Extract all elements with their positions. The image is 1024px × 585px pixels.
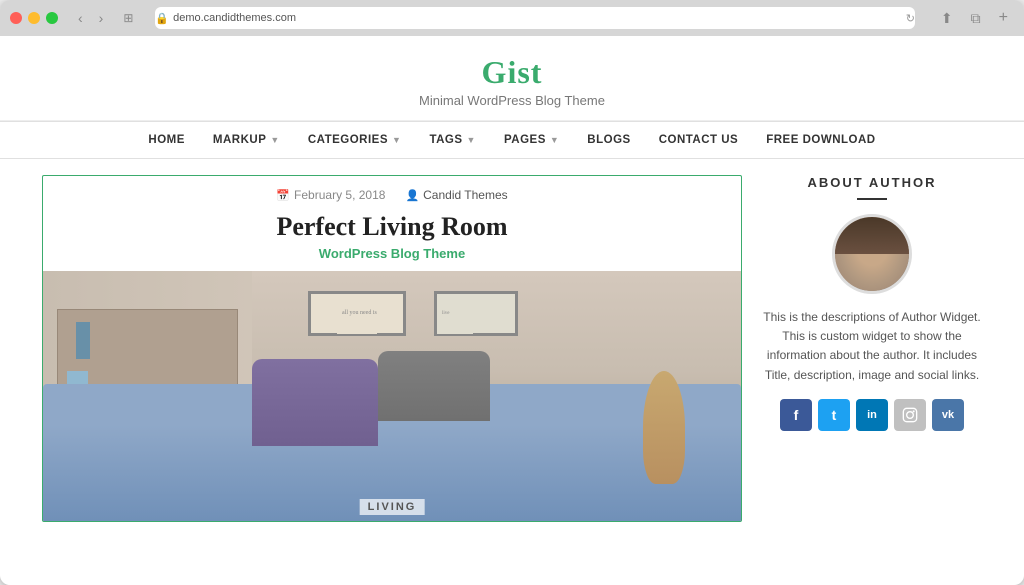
facebook-icon[interactable]: f bbox=[780, 399, 812, 431]
person-icon: 👤 bbox=[405, 189, 419, 202]
guitar bbox=[643, 371, 685, 484]
image-caption: LIVING bbox=[360, 499, 425, 515]
avatar-face bbox=[835, 217, 909, 291]
article-date: 📅 February 5, 2018 bbox=[276, 188, 385, 202]
picture-1: all you need is love bbox=[308, 291, 406, 336]
share-button[interactable]: ⬆ bbox=[935, 8, 959, 29]
avatar-hair bbox=[835, 217, 909, 254]
author-avatar bbox=[832, 214, 912, 294]
tags-arrow: ▼ bbox=[467, 135, 476, 145]
reload-button[interactable]: ↻ bbox=[906, 12, 915, 25]
maximize-button[interactable] bbox=[46, 12, 58, 24]
pages-arrow: ▼ bbox=[550, 135, 559, 145]
article-meta: 📅 February 5, 2018 👤 Candid Themes bbox=[43, 176, 741, 208]
url-text: demo.candidthemes.com bbox=[173, 12, 296, 24]
nav-contact[interactable]: CONTACT US bbox=[645, 122, 753, 158]
close-button[interactable] bbox=[10, 12, 22, 24]
nav-free-download[interactable]: FREE DOWNLOAD bbox=[752, 122, 889, 158]
main-layout: 📅 February 5, 2018 👤 Candid Themes Perfe… bbox=[22, 159, 1002, 538]
linkedin-icon[interactable]: in bbox=[856, 399, 888, 431]
markup-arrow: ▼ bbox=[270, 135, 279, 145]
nav-markup[interactable]: MARKUP ▼ bbox=[199, 122, 294, 158]
article-author: 👤 Candid Themes bbox=[405, 188, 507, 202]
widget-divider bbox=[857, 198, 887, 200]
page-content: Gist Minimal WordPress Blog Theme HOME M… bbox=[0, 36, 1024, 585]
new-tab-button[interactable]: + bbox=[993, 7, 1014, 29]
site-tagline: Minimal WordPress Blog Theme bbox=[0, 93, 1024, 108]
bedroom-scene: all you need is love live LIVING bbox=[43, 271, 741, 521]
nav-tags[interactable]: TAGS ▼ bbox=[415, 122, 490, 158]
back-button[interactable]: ‹ bbox=[72, 8, 89, 28]
about-author-widget: ABOUT AUTHOR This is the descriptions of… bbox=[762, 175, 982, 431]
article-subtitle: WordPress Blog Theme bbox=[43, 246, 741, 271]
picture-2: live bbox=[434, 291, 518, 336]
nav-blogs[interactable]: BLOGS bbox=[573, 122, 644, 158]
browser-window: ‹ › ⊞ 🔒 demo.candidthemes.com ↻ ⬆ ⧉ + Gi… bbox=[0, 0, 1024, 585]
social-icons: f t in vk bbox=[762, 399, 982, 431]
shelf-item-1 bbox=[76, 322, 90, 359]
lock-icon: 🔒 bbox=[155, 12, 169, 25]
nav-inner: HOME MARKUP ▼ CATEGORIES ▼ TAGS ▼ PAGES … bbox=[0, 122, 1024, 158]
twitter-icon[interactable]: t bbox=[818, 399, 850, 431]
nav-pages[interactable]: PAGES ▼ bbox=[490, 122, 573, 158]
article-title: Perfect Living Room bbox=[43, 208, 741, 246]
svg-text:all you need is love: all you need is love bbox=[342, 310, 377, 316]
minimize-button[interactable] bbox=[28, 12, 40, 24]
nav-categories[interactable]: CATEGORIES ▼ bbox=[294, 122, 416, 158]
nav-home[interactable]: HOME bbox=[134, 122, 199, 158]
tab-button[interactable]: ⧉ bbox=[965, 8, 987, 29]
widget-title: ABOUT AUTHOR bbox=[762, 175, 982, 190]
categories-arrow: ▼ bbox=[392, 135, 401, 145]
browser-titlebar: ‹ › ⊞ 🔒 demo.candidthemes.com ↻ ⬆ ⧉ + bbox=[0, 0, 1024, 36]
author-description: This is the descriptions of Author Widge… bbox=[762, 308, 982, 385]
site-title: Gist bbox=[0, 54, 1024, 91]
person-1 bbox=[252, 359, 378, 447]
calendar-icon: 📅 bbox=[276, 189, 290, 202]
person-2 bbox=[378, 351, 490, 421]
instagram-icon[interactable] bbox=[894, 399, 926, 431]
sidebar-toggle-button[interactable]: ⊞ bbox=[117, 9, 139, 27]
address-bar[interactable]: 🔒 demo.candidthemes.com ↻ bbox=[155, 7, 915, 29]
site-header: Gist Minimal WordPress Blog Theme bbox=[0, 36, 1024, 121]
forward-button[interactable]: › bbox=[93, 8, 110, 28]
article-image: all you need is love live LIVING bbox=[43, 271, 741, 521]
site-nav: HOME MARKUP ▼ CATEGORIES ▼ TAGS ▼ PAGES … bbox=[0, 121, 1024, 159]
sidebar: ABOUT AUTHOR This is the descriptions of… bbox=[762, 175, 982, 522]
article-section: 📅 February 5, 2018 👤 Candid Themes Perfe… bbox=[42, 175, 742, 522]
vk-icon[interactable]: vk bbox=[932, 399, 964, 431]
svg-text:live: live bbox=[442, 311, 450, 316]
